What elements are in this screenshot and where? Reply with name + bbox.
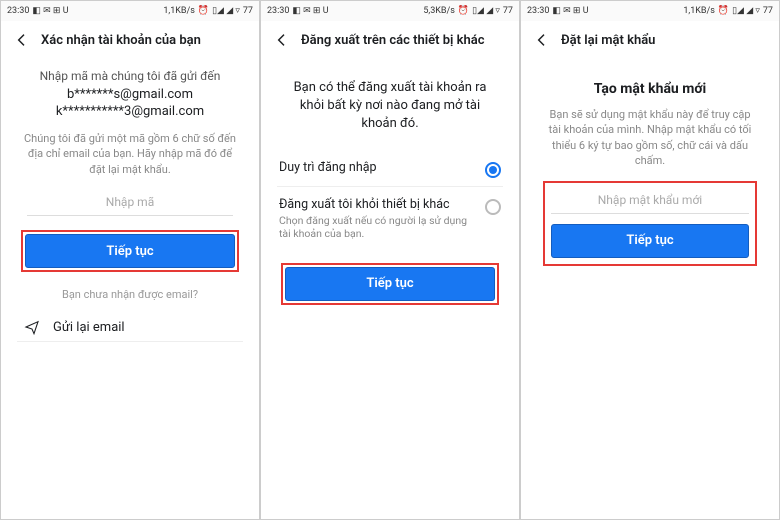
header: Đặt lại mật khẩu <box>521 21 779 57</box>
hint-text: Chúng tôi đã gửi một mã gồm 6 chữ số đến… <box>23 131 237 177</box>
back-icon[interactable] <box>533 31 551 49</box>
password-input[interactable]: Nhập mật khẩu mới <box>551 187 749 214</box>
alarm-icon: ⏰ <box>718 6 729 16</box>
signal-icon: ▯◢ ◢ ▿ <box>732 6 760 16</box>
highlight-password-section: Nhập mật khẩu mới Tiếp tục <box>543 181 757 266</box>
signal-icon: ▯◢ ◢ ▿ <box>472 6 500 16</box>
header: Xác nhận tài khoản của bạn <box>1 21 259 57</box>
no-email-text: Bạn chưa nhận được email? <box>17 288 243 301</box>
code-input[interactable]: Nhập mã <box>27 187 233 216</box>
notif-icon: ◧ ✉ ⊞ U <box>32 6 68 16</box>
instruction-text: Bạn sẽ sử dụng mật khẩu này để truy cập … <box>543 107 757 169</box>
screen-reset-password: 23:30 ◧ ✉ ⊞ U 1,1KB/s ⏰ ▯◢ ◢ ▿ 77 Đặt lạ… <box>520 0 780 520</box>
status-time: 23:30 <box>7 6 29 16</box>
page-title: Đặt lại mật khẩu <box>561 33 655 48</box>
continue-button[interactable]: Tiếp tục <box>551 224 749 258</box>
net-speed: 1,1KB/s <box>163 6 195 16</box>
option-logout-others[interactable]: Đăng xuất tôi khỏi thiết bị khác Chọn đă… <box>277 187 503 249</box>
battery-icon: 77 <box>243 6 253 16</box>
page-title: Xác nhận tài khoản của bạn <box>41 33 201 48</box>
header: Đăng xuất trên các thiết bị khác <box>261 21 519 57</box>
notif-icon: ◧ ✉ ⊞ U <box>552 6 588 16</box>
radio-icon <box>485 199 501 215</box>
battery-icon: 77 <box>503 6 513 16</box>
option-sublabel: Chọn đăng xuất nếu có người lạ sử dụng t… <box>279 214 477 241</box>
status-time: 23:30 <box>527 6 549 16</box>
page-title: Đăng xuất trên các thiết bị khác <box>301 33 485 48</box>
notif-icon: ◧ ✉ ⊞ U <box>292 6 328 16</box>
alarm-icon: ⏰ <box>458 6 469 16</box>
alarm-icon: ⏰ <box>198 6 209 16</box>
battery-icon: 77 <box>763 6 773 16</box>
radio-icon <box>485 162 501 178</box>
status-bar: 23:30 ◧ ✉ ⊞ U 1,1KB/s ⏰ ▯◢ ◢ ▿ 77 <box>521 1 779 21</box>
option-stay-logged-in[interactable]: Duy trì đăng nhập <box>277 150 503 187</box>
message-text: Bạn có thể đăng xuất tài khoản ra khỏi b… <box>287 79 493 134</box>
status-bar: 23:30 ◧ ✉ ⊞ U 1,1KB/s ⏰ ▯◢ ◢ ▿ 77 <box>1 1 259 21</box>
screen-confirm-account: 23:30 ◧ ✉ ⊞ U 1,1KB/s ⏰ ▯◢ ◢ ▿ 77 Xác nh… <box>0 0 260 520</box>
continue-button[interactable]: Tiếp tục <box>285 267 495 301</box>
send-icon <box>21 319 43 335</box>
status-bar: 23:30 ◧ ✉ ⊞ U 5,3KB/s ⏰ ▯◢ ◢ ▿ 77 <box>261 1 519 21</box>
option-label: Đăng xuất tôi khỏi thiết bị khác Chọn đă… <box>279 197 485 241</box>
signal-icon: ▯◢ ◢ ▿ <box>212 6 240 16</box>
option-label: Duy trì đăng nhập <box>279 160 485 175</box>
back-icon[interactable] <box>273 31 291 49</box>
screen-logout-devices: 23:30 ◧ ✉ ⊞ U 5,3KB/s ⏰ ▯◢ ◢ ▿ 77 Đăng x… <box>260 0 520 520</box>
resend-row[interactable]: Gửi lại email <box>17 313 243 342</box>
intro-text: Nhập mã mà chúng tôi đã gửi đến <box>17 69 243 83</box>
email-1: b*******s@gmail.com <box>17 87 243 102</box>
heading: Tạo mật khẩu mới <box>537 81 763 97</box>
highlight-continue: Tiếp tục <box>281 263 499 305</box>
resend-label: Gửi lại email <box>53 320 125 335</box>
net-speed: 1,1KB/s <box>683 6 715 16</box>
back-icon[interactable] <box>13 31 31 49</box>
highlight-continue: Tiếp tục <box>21 230 239 272</box>
continue-button[interactable]: Tiếp tục <box>25 234 235 268</box>
email-2: k***********3@gmail.com <box>17 104 243 119</box>
status-time: 23:30 <box>267 6 289 16</box>
net-speed: 5,3KB/s <box>423 6 455 16</box>
